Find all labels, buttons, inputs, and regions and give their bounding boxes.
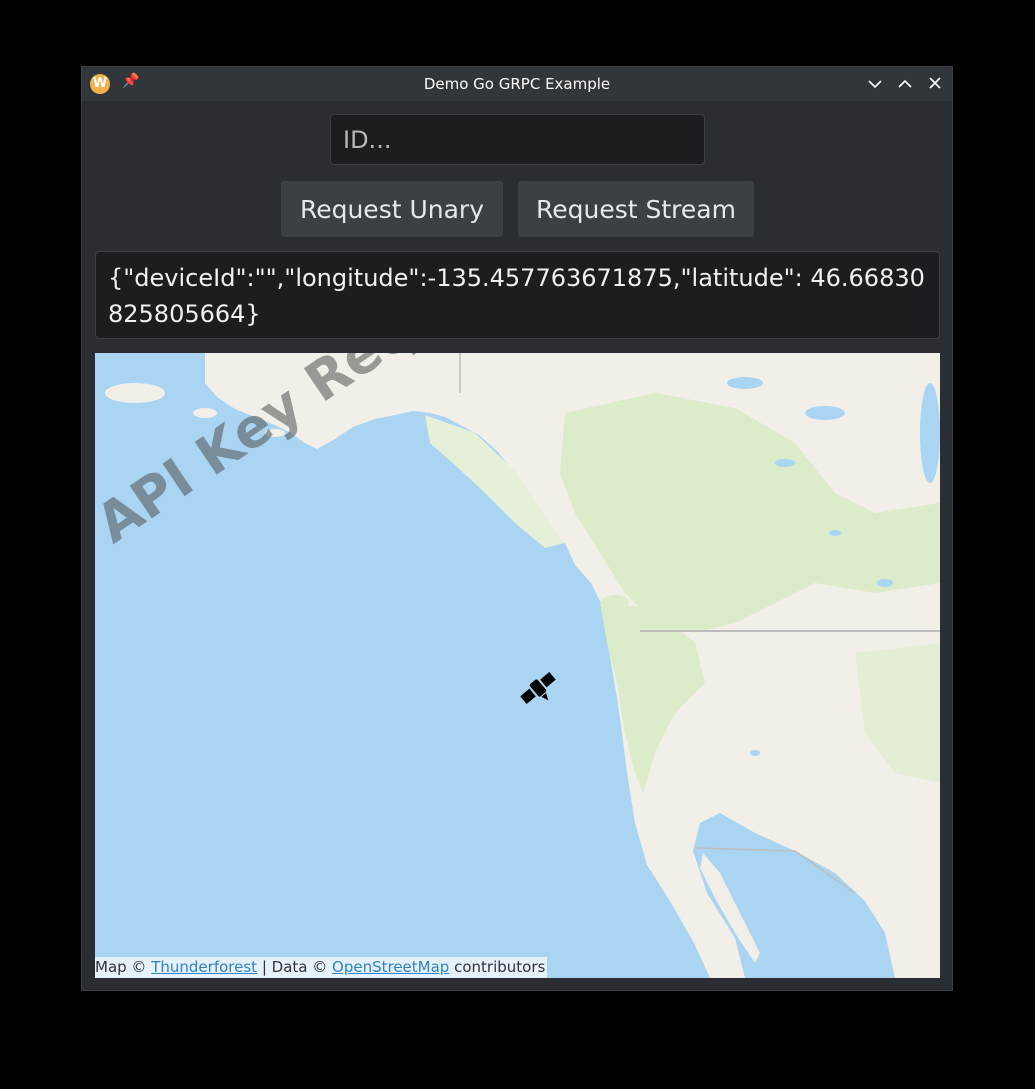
minimize-button[interactable] (863, 72, 887, 96)
app-window: W 📌 Demo Go GRPC Example Request Unary R… (81, 66, 953, 991)
window-title: Demo Go GRPC Example (423, 75, 611, 93)
attribution-suffix: contributors (454, 958, 546, 976)
satellite-icon[interactable] (515, 666, 561, 710)
id-input[interactable] (330, 114, 705, 165)
response-output: {"deviceId":"","longitude":-135.45776367… (95, 251, 940, 339)
title-bar: W 📌 Demo Go GRPC Example (82, 67, 952, 101)
map-attribution: Map © Thunderforest | Data © OpenStreetM… (95, 957, 548, 978)
attribution-map-prefix: Map © (95, 958, 147, 976)
openstreetmap-link[interactable]: OpenStreetMap (332, 958, 449, 976)
request-unary-button[interactable]: Request Unary (281, 181, 503, 237)
chevron-down-icon (868, 80, 882, 89)
request-stream-button[interactable]: Request Stream (518, 181, 754, 237)
map-view[interactable]: API Key Required Map © Thunderforest | D… (95, 353, 940, 978)
chevron-up-icon (898, 79, 912, 88)
close-button[interactable] (923, 72, 947, 96)
maximize-button[interactable] (893, 72, 917, 96)
thunderforest-link[interactable]: Thunderforest (151, 958, 257, 976)
attribution-data-prefix: | Data © (261, 958, 328, 976)
close-icon (929, 77, 941, 89)
